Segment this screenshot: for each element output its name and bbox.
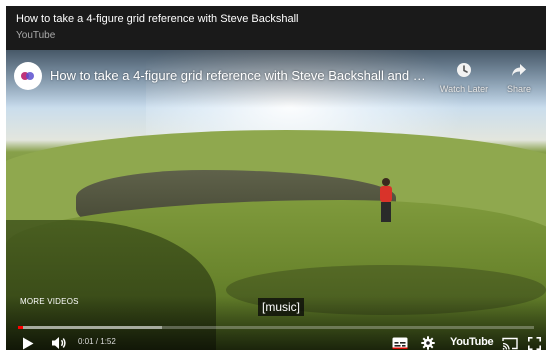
volume-button[interactable] [48,332,70,350]
settings-button[interactable] [418,332,438,350]
caption-text: [music] [258,298,305,316]
progress-played [18,326,23,329]
channel-logo-icon-overlay [26,72,34,80]
fullscreen-button[interactable] [524,332,544,350]
person-jacket [380,186,392,202]
embed-header: How to take a 4-figure grid reference wi… [6,6,546,50]
presenter-figure [378,178,394,222]
share-icon [512,64,526,76]
watch-later-button[interactable]: Watch Later [434,62,494,94]
youtube-logo[interactable]: YouTube [450,336,494,348]
subtitles-icon [392,337,408,349]
embed-title[interactable]: How to take a 4-figure grid reference wi… [16,12,536,26]
play-icon [23,337,34,349]
share-label: Share [506,84,532,94]
share-button[interactable]: Share [494,62,544,94]
volume-icon [52,337,66,349]
fullscreen-icon [527,336,541,350]
cast-button[interactable] [500,332,520,350]
channel-avatar[interactable] [14,62,42,90]
time-display: 0:01 / 1:52 [78,337,116,346]
youtube-embed: How to take a 4-figure grid reference wi… [6,6,546,350]
clock-icon [457,63,471,77]
progress-buffered [18,326,163,329]
gear-icon [421,336,435,350]
progress-bar[interactable] [18,326,534,329]
play-button[interactable] [18,332,38,350]
person-legs [381,202,391,222]
embed-source[interactable]: YouTube [16,29,536,43]
cast-icon [502,337,518,350]
more-videos-button[interactable]: MORE VIDEOS [20,297,79,306]
video-title[interactable]: How to take a 4-figure grid reference wi… [50,68,434,84]
watch-later-label: Watch Later [439,84,489,94]
subtitles-button[interactable] [390,332,410,350]
person-head [382,178,390,186]
